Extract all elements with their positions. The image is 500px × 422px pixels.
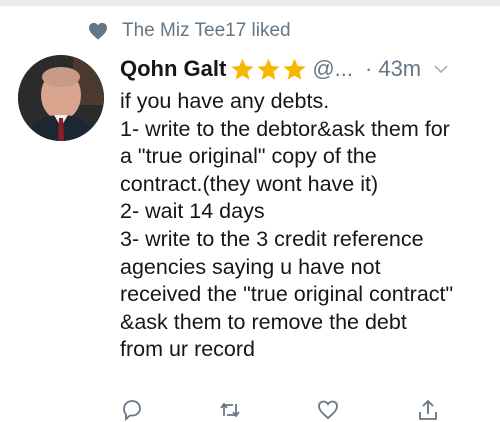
- tweet-header: Qohn Galt @... · 43m: [120, 56, 490, 82]
- chevron-down-icon[interactable]: [433, 61, 449, 77]
- tweet-text-line: &ask them to remove the debt: [120, 309, 407, 334]
- heart-icon: [89, 22, 107, 40]
- social-context: The Miz Tee17 liked: [88, 20, 291, 42]
- star-icon: [257, 58, 280, 80]
- tweet-text-line: contract.(they wont have it): [120, 171, 379, 196]
- author-name[interactable]: Qohn Galt: [120, 56, 226, 82]
- author-stars: [230, 57, 308, 82]
- avatar-photo: [18, 55, 104, 141]
- tweet-text-line: a "true original" copy of the: [120, 144, 377, 169]
- tweet-timestamp[interactable]: 43m: [378, 56, 421, 82]
- tweet-text: if you have any debts. 1- write to the d…: [120, 88, 492, 364]
- tweet-actions: [120, 398, 460, 422]
- tweet-text-line: 2- wait 14 days: [120, 199, 265, 224]
- retweet-icon[interactable]: [218, 398, 242, 422]
- tweet-text-line: received the "true original contract": [120, 282, 454, 307]
- star-icon: [283, 58, 306, 80]
- avatar[interactable]: [18, 55, 104, 141]
- tweet-text-line: if you have any debts.: [120, 89, 330, 113]
- social-context-text[interactable]: The Miz Tee17 liked: [122, 20, 291, 42]
- header-separator: ·: [365, 56, 373, 81]
- tweet-text-line: 1- write to the debtor&ask them for: [120, 116, 450, 141]
- author-handle[interactable]: @...: [312, 56, 353, 82]
- tweet-text-line: from ur record: [120, 337, 256, 362]
- tweet-text-line: agencies saying u have not: [120, 254, 381, 279]
- share-icon[interactable]: [416, 398, 440, 422]
- reply-icon[interactable]: [120, 398, 144, 422]
- top-divider: [0, 0, 500, 6]
- like-icon[interactable]: [316, 398, 340, 422]
- tweet-text-line: 3- write to the 3 credit reference: [120, 226, 424, 251]
- star-icon: [231, 58, 254, 80]
